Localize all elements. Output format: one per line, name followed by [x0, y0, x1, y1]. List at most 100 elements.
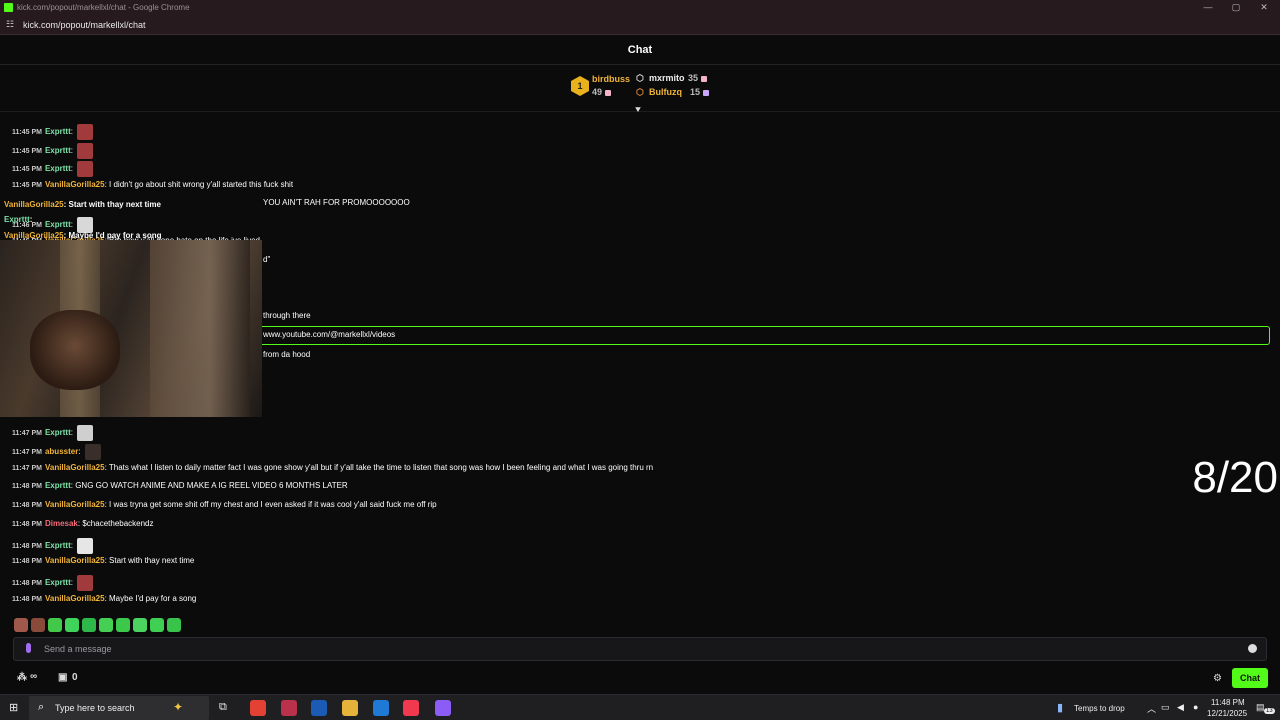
message-username[interactable]: Exprttt [45, 164, 71, 173]
message-separator: : [70, 428, 76, 438]
message-username[interactable]: Exprttt [45, 127, 71, 136]
message-username[interactable]: abusster [45, 447, 78, 456]
emote-quick-bar [14, 616, 184, 632]
message-username[interactable]: VanillaGorilla25 [45, 500, 105, 509]
message-text: I was tryna get some shit off my chest a… [109, 500, 437, 509]
app-icon[interactable] [373, 700, 389, 716]
emote-icon [77, 143, 94, 159]
emote-icon[interactable] [48, 617, 62, 632]
discord-icon[interactable] [435, 700, 451, 716]
microphone-icon[interactable] [26, 643, 31, 653]
message-username[interactable]: VanillaGorilla25 [45, 180, 105, 189]
emote-icon[interactable] [82, 617, 96, 632]
close-icon[interactable]: ✕ [1250, 0, 1278, 15]
users-icon[interactable]: ⁂ [17, 672, 27, 683]
message-username[interactable]: VanillaGorilla25 [45, 594, 105, 603]
overlay-text: : [29, 215, 33, 224]
stream-video-overlay[interactable] [0, 240, 262, 417]
message-username[interactable]: VanillaGorilla25 [45, 556, 105, 565]
rank-one-badge-icon: 1 [571, 76, 589, 96]
message-timestamp: 11:45 PM [12, 148, 42, 156]
emoji-picker-icon[interactable] [1248, 644, 1257, 653]
emote-icon [77, 161, 94, 177]
message-username[interactable]: Exprttt [45, 541, 71, 550]
task-view-icon[interactable]: ⧉ [219, 701, 227, 714]
message-input-box [13, 637, 1267, 661]
gift-icon [703, 89, 710, 96]
chat-message: 11:48 PM Dimesak: $chacethebackendz [12, 519, 154, 528]
emote-icon [77, 425, 94, 441]
file-explorer-icon[interactable] [342, 700, 358, 716]
gift-icon [701, 75, 708, 82]
message-text: Thats what I listen to daily matter fact… [108, 463, 654, 472]
leader-second-name[interactable]: mxrmito [649, 73, 685, 83]
steam-icon[interactable] [311, 700, 327, 716]
app-icon[interactable] [281, 700, 297, 716]
weather-text[interactable]: Temps to drop [1074, 704, 1125, 713]
overlay-user: VanillaGorilla25 [4, 231, 64, 240]
music-icon[interactable] [403, 700, 419, 716]
message-text: from da hood [263, 350, 311, 359]
emote-icon[interactable] [133, 617, 147, 632]
address-bar[interactable]: ☷ kick.com/popout/markellxl/chat [0, 15, 1280, 35]
message-username[interactable]: Exprttt [45, 428, 71, 437]
message-timestamp: 11:47 PM [12, 449, 42, 457]
weather-icon: ▮ [1057, 702, 1064, 714]
message-timestamp: 11:45 PM [12, 129, 42, 137]
message-timestamp: 11:48 PM [12, 580, 42, 588]
message-text: YOU AIN'T RAH FOR PROMOOOOOOO [263, 198, 410, 207]
clock-date[interactable]: 12/21/2025 [1207, 709, 1247, 718]
emote-icon[interactable] [150, 617, 164, 632]
emote-icon[interactable] [31, 617, 45, 632]
chat-message: 11:47 PM abusster: [12, 444, 101, 460]
taskbar-search[interactable]: ⌕ Type here to search ✦ [29, 696, 209, 720]
maximize-icon[interactable]: ▢ [1222, 0, 1250, 15]
overlay-text: : Start with thay next time [63, 200, 161, 209]
clock-time[interactable]: 11:48 PM [1211, 698, 1245, 707]
chat-message: 11:48 PM Exprttt: [12, 575, 94, 591]
emote-icon[interactable] [99, 617, 113, 632]
message-username[interactable]: Exprttt [45, 146, 71, 155]
chat-bottom-bar: ⁂ ∞ ▣ 0 [0, 668, 1280, 690]
message-text: $chacethebackendz [82, 519, 154, 528]
message-text: d" [263, 255, 271, 264]
message-username[interactable]: VanillaGorilla25 [45, 463, 105, 472]
leader-third-count: 15 [690, 87, 710, 97]
settings-gear-icon[interactable]: ⚙ [1213, 673, 1222, 684]
message-username[interactable]: Dimesak [45, 519, 78, 528]
mic-tray-icon[interactable]: ● [1193, 702, 1198, 712]
emote-icon[interactable] [65, 617, 79, 632]
url-text[interactable]: kick.com/popout/markellxl/chat [23, 20, 146, 30]
leader-second-count: 35 [688, 73, 708, 83]
chat-message: 11:48 PM Exprttt: GNG GO WATCH ANIME AND … [12, 481, 348, 490]
windows-start-icon[interactable]: ⊞ [9, 701, 18, 714]
tray-chevron-icon[interactable]: ︿ [1147, 702, 1156, 715]
notification-count: 13 [1264, 708, 1275, 714]
volume-icon[interactable]: ◀ [1177, 702, 1184, 713]
message-username[interactable]: Exprttt [45, 578, 71, 587]
chat-send-button[interactable]: Chat [1232, 668, 1268, 688]
site-info-icon[interactable]: ☷ [6, 19, 14, 30]
message-username[interactable]: Exprttt [45, 481, 71, 490]
collapse-chevron-icon[interactable]: ⯆ [634, 105, 642, 116]
network-icon[interactable]: ▭ [1161, 702, 1170, 713]
message-separator: : [70, 164, 76, 174]
minimize-icon[interactable]: — [1194, 0, 1222, 15]
chrome-icon[interactable] [250, 700, 266, 716]
leader-first-name[interactable]: birdbuss [592, 74, 630, 84]
emote-icon[interactable] [14, 617, 28, 632]
message-username[interactable]: Exprttt [45, 220, 71, 229]
gift-box-icon[interactable]: ▣ [58, 672, 67, 683]
message-text: Start with thay next time [109, 556, 195, 565]
send-message-input[interactable] [44, 641, 1234, 657]
overlay-chat-line: VanillaGorilla25: Maybe I'd pay for a so… [4, 231, 162, 240]
leader-third-badge-icon: ⬡ [636, 87, 644, 97]
emote-icon[interactable] [116, 617, 130, 632]
message-text: Maybe I'd pay for a song [109, 594, 197, 603]
chat-message: 11:45 PM VanillaGorilla25: I didn't go ab… [12, 180, 293, 189]
emote-icon [77, 538, 94, 554]
overlay-chat-line: Exprttt: [4, 215, 32, 224]
leader-third-name[interactable]: Bulfuzq [649, 87, 682, 97]
viewers-count: ∞ [30, 671, 38, 682]
emote-icon[interactable] [167, 617, 181, 632]
